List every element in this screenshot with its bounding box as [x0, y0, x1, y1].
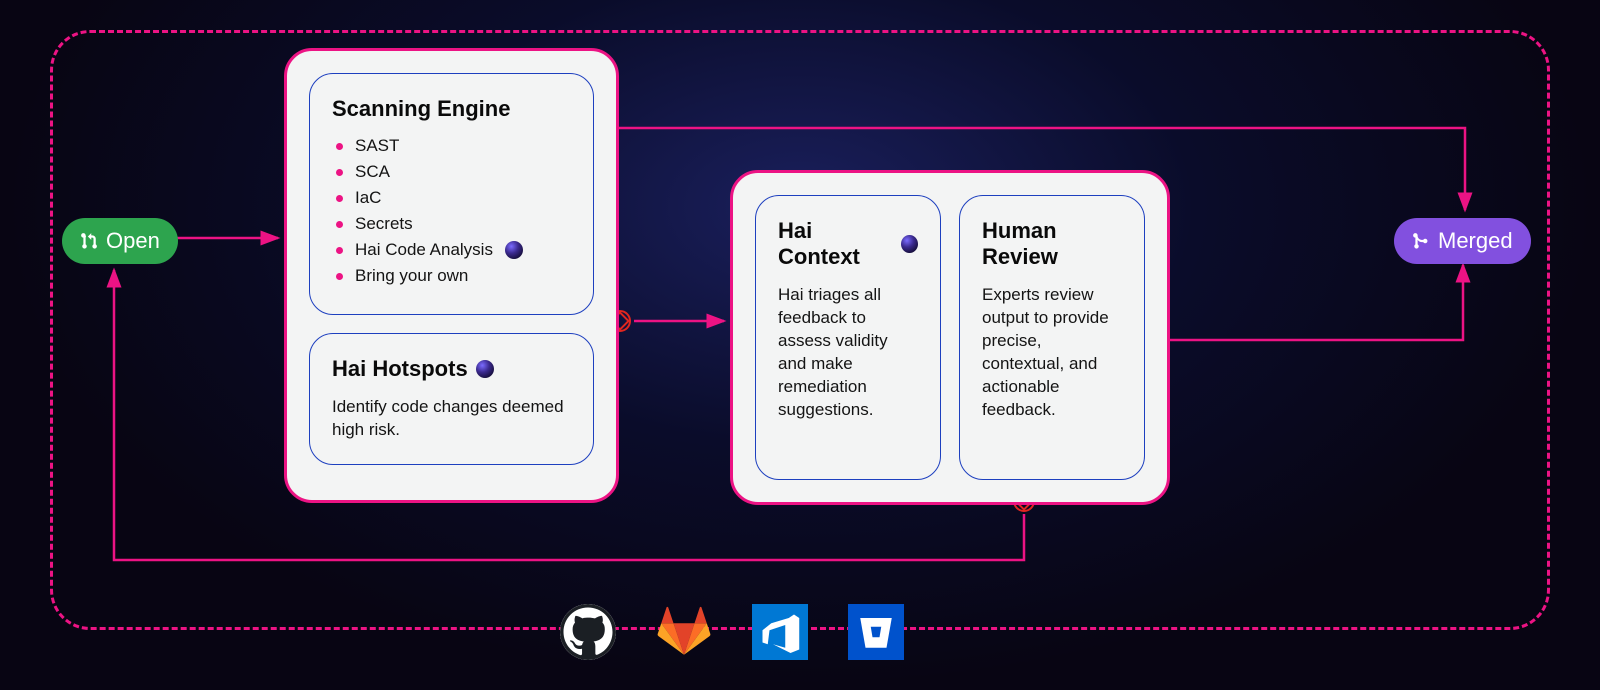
- hai-context-desc: Hai triages all feedback to assess valid…: [778, 284, 918, 422]
- bullet-hai-code: Hai Code Analysis: [336, 240, 571, 260]
- merged-label: Merged: [1438, 228, 1513, 254]
- integration-logos: [560, 604, 904, 660]
- hai-hotspots-desc: Identify code changes deemed high risk.: [332, 396, 571, 442]
- bullet-sca: SCA: [336, 162, 571, 182]
- human-review-title: Human Review: [982, 218, 1122, 270]
- hai-context-card: Hai Context Hai triages all feedback to …: [755, 195, 941, 480]
- git-pull-request-icon: [80, 232, 98, 250]
- git-merge-icon: [1412, 232, 1430, 250]
- hai-hotspots-title: Hai Hotspots: [332, 356, 571, 382]
- scanning-engine-card: Scanning Engine SAST SCA IaC Secrets Hai…: [309, 73, 594, 315]
- bullet-sast: SAST: [336, 136, 571, 156]
- hai-orb-icon: [476, 360, 494, 378]
- bitbucket-icon: [848, 604, 904, 660]
- scanning-stage-card: Scanning Engine SAST SCA IaC Secrets Hai…: [284, 48, 619, 503]
- human-review-card: Human Review Experts review output to pr…: [959, 195, 1145, 480]
- hai-hotspots-card: Hai Hotspots Identify code changes deeme…: [309, 333, 594, 465]
- hai-orb-icon: [901, 235, 918, 253]
- hai-orb-icon: [505, 241, 523, 259]
- gitlab-icon: [656, 604, 712, 660]
- scanning-engine-title: Scanning Engine: [332, 96, 571, 122]
- github-icon: [560, 604, 616, 660]
- bullet-byo: Bring your own: [336, 266, 571, 286]
- scanning-bullets: SAST SCA IaC Secrets Hai Code Analysis B…: [332, 136, 571, 286]
- merged-pill: Merged: [1394, 218, 1531, 264]
- bullet-iac: IaC: [336, 188, 571, 208]
- human-review-desc: Experts review output to provide precise…: [982, 284, 1122, 422]
- open-label: Open: [106, 228, 160, 254]
- review-stage-card: Hai Context Hai triages all feedback to …: [730, 170, 1170, 505]
- bullet-secrets: Secrets: [336, 214, 571, 234]
- hai-context-title: Hai Context: [778, 218, 918, 270]
- azure-devops-icon: [752, 604, 808, 660]
- open-pill: Open: [62, 218, 178, 264]
